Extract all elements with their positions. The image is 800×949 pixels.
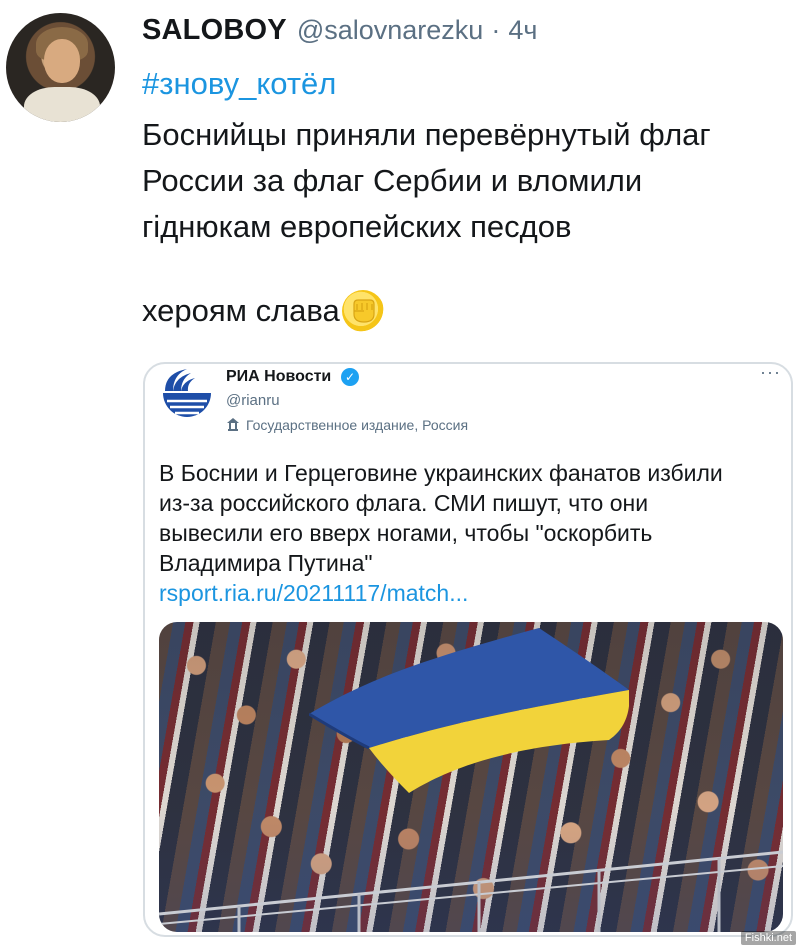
quoted-tweet-card[interactable]: РИА Новости ✓ ··· @rianru Государственно… [143, 362, 793, 937]
hashtag-link[interactable]: #знову_котёл [142, 66, 336, 102]
quoted-text-line: В Боснии и Герцеговине украинских фанато… [159, 460, 723, 486]
more-options-icon[interactable]: ··· [760, 364, 781, 383]
tweet-text-line: России за флаг Сербии и вломили [142, 163, 643, 198]
author-display-name[interactable]: SALOBOY [142, 14, 287, 47]
quoted-text-line: вывесили его вверх ногами, чтобы "оскорб… [159, 520, 653, 546]
ukrainian-flag-image [309, 628, 629, 793]
author-handle[interactable]: @salovnarezku [297, 15, 484, 46]
verified-badge-icon: ✓ [341, 368, 359, 386]
tweet-closing-line: хероям слава [142, 288, 384, 334]
tweet-timestamp[interactable]: 4ч [508, 15, 537, 46]
avatar-shirt [24, 87, 100, 122]
tweet-text-line: Боснийцы приняли перевёрнутый флаг [142, 117, 711, 152]
quoted-text-line: Владимира Путина" [159, 550, 373, 576]
author-avatar[interactable] [6, 13, 115, 122]
quoted-tweet-text: В Боснии и Герцеговине украинских фанато… [159, 458, 784, 578]
tweet-text: Боснийцы приняли перевёрнутый флаг Росси… [142, 112, 792, 250]
avatar-face [44, 39, 80, 83]
quoted-text-line: из-за российского флага. СМИ пишут, что … [159, 490, 649, 516]
header-separator: · [491, 15, 501, 45]
state-media-label[interactable]: Государственное издание, Россия [226, 417, 468, 433]
ria-logo-icon[interactable] [159, 367, 215, 419]
quoted-display-name[interactable]: РИА Новости [226, 368, 331, 386]
quoted-tweet-photo[interactable] [159, 622, 783, 932]
fishki-watermark: Fishki.net [740, 931, 796, 945]
state-media-text: Государственное издание, Россия [246, 417, 469, 433]
article-link[interactable]: rsport.ria.ru/20211117/match... [159, 580, 468, 607]
closing-text: хероям слава [142, 293, 340, 328]
tweet-header: SALOBOY @salovnarezku · 4ч [142, 14, 537, 56]
fist-emoji-icon [341, 290, 384, 332]
stadium-railing [159, 850, 783, 932]
quoted-handle[interactable]: @rianru [226, 392, 280, 409]
tweet-text-line: гіднюкам европейских песдов [142, 209, 572, 244]
state-media-icon [227, 418, 239, 431]
